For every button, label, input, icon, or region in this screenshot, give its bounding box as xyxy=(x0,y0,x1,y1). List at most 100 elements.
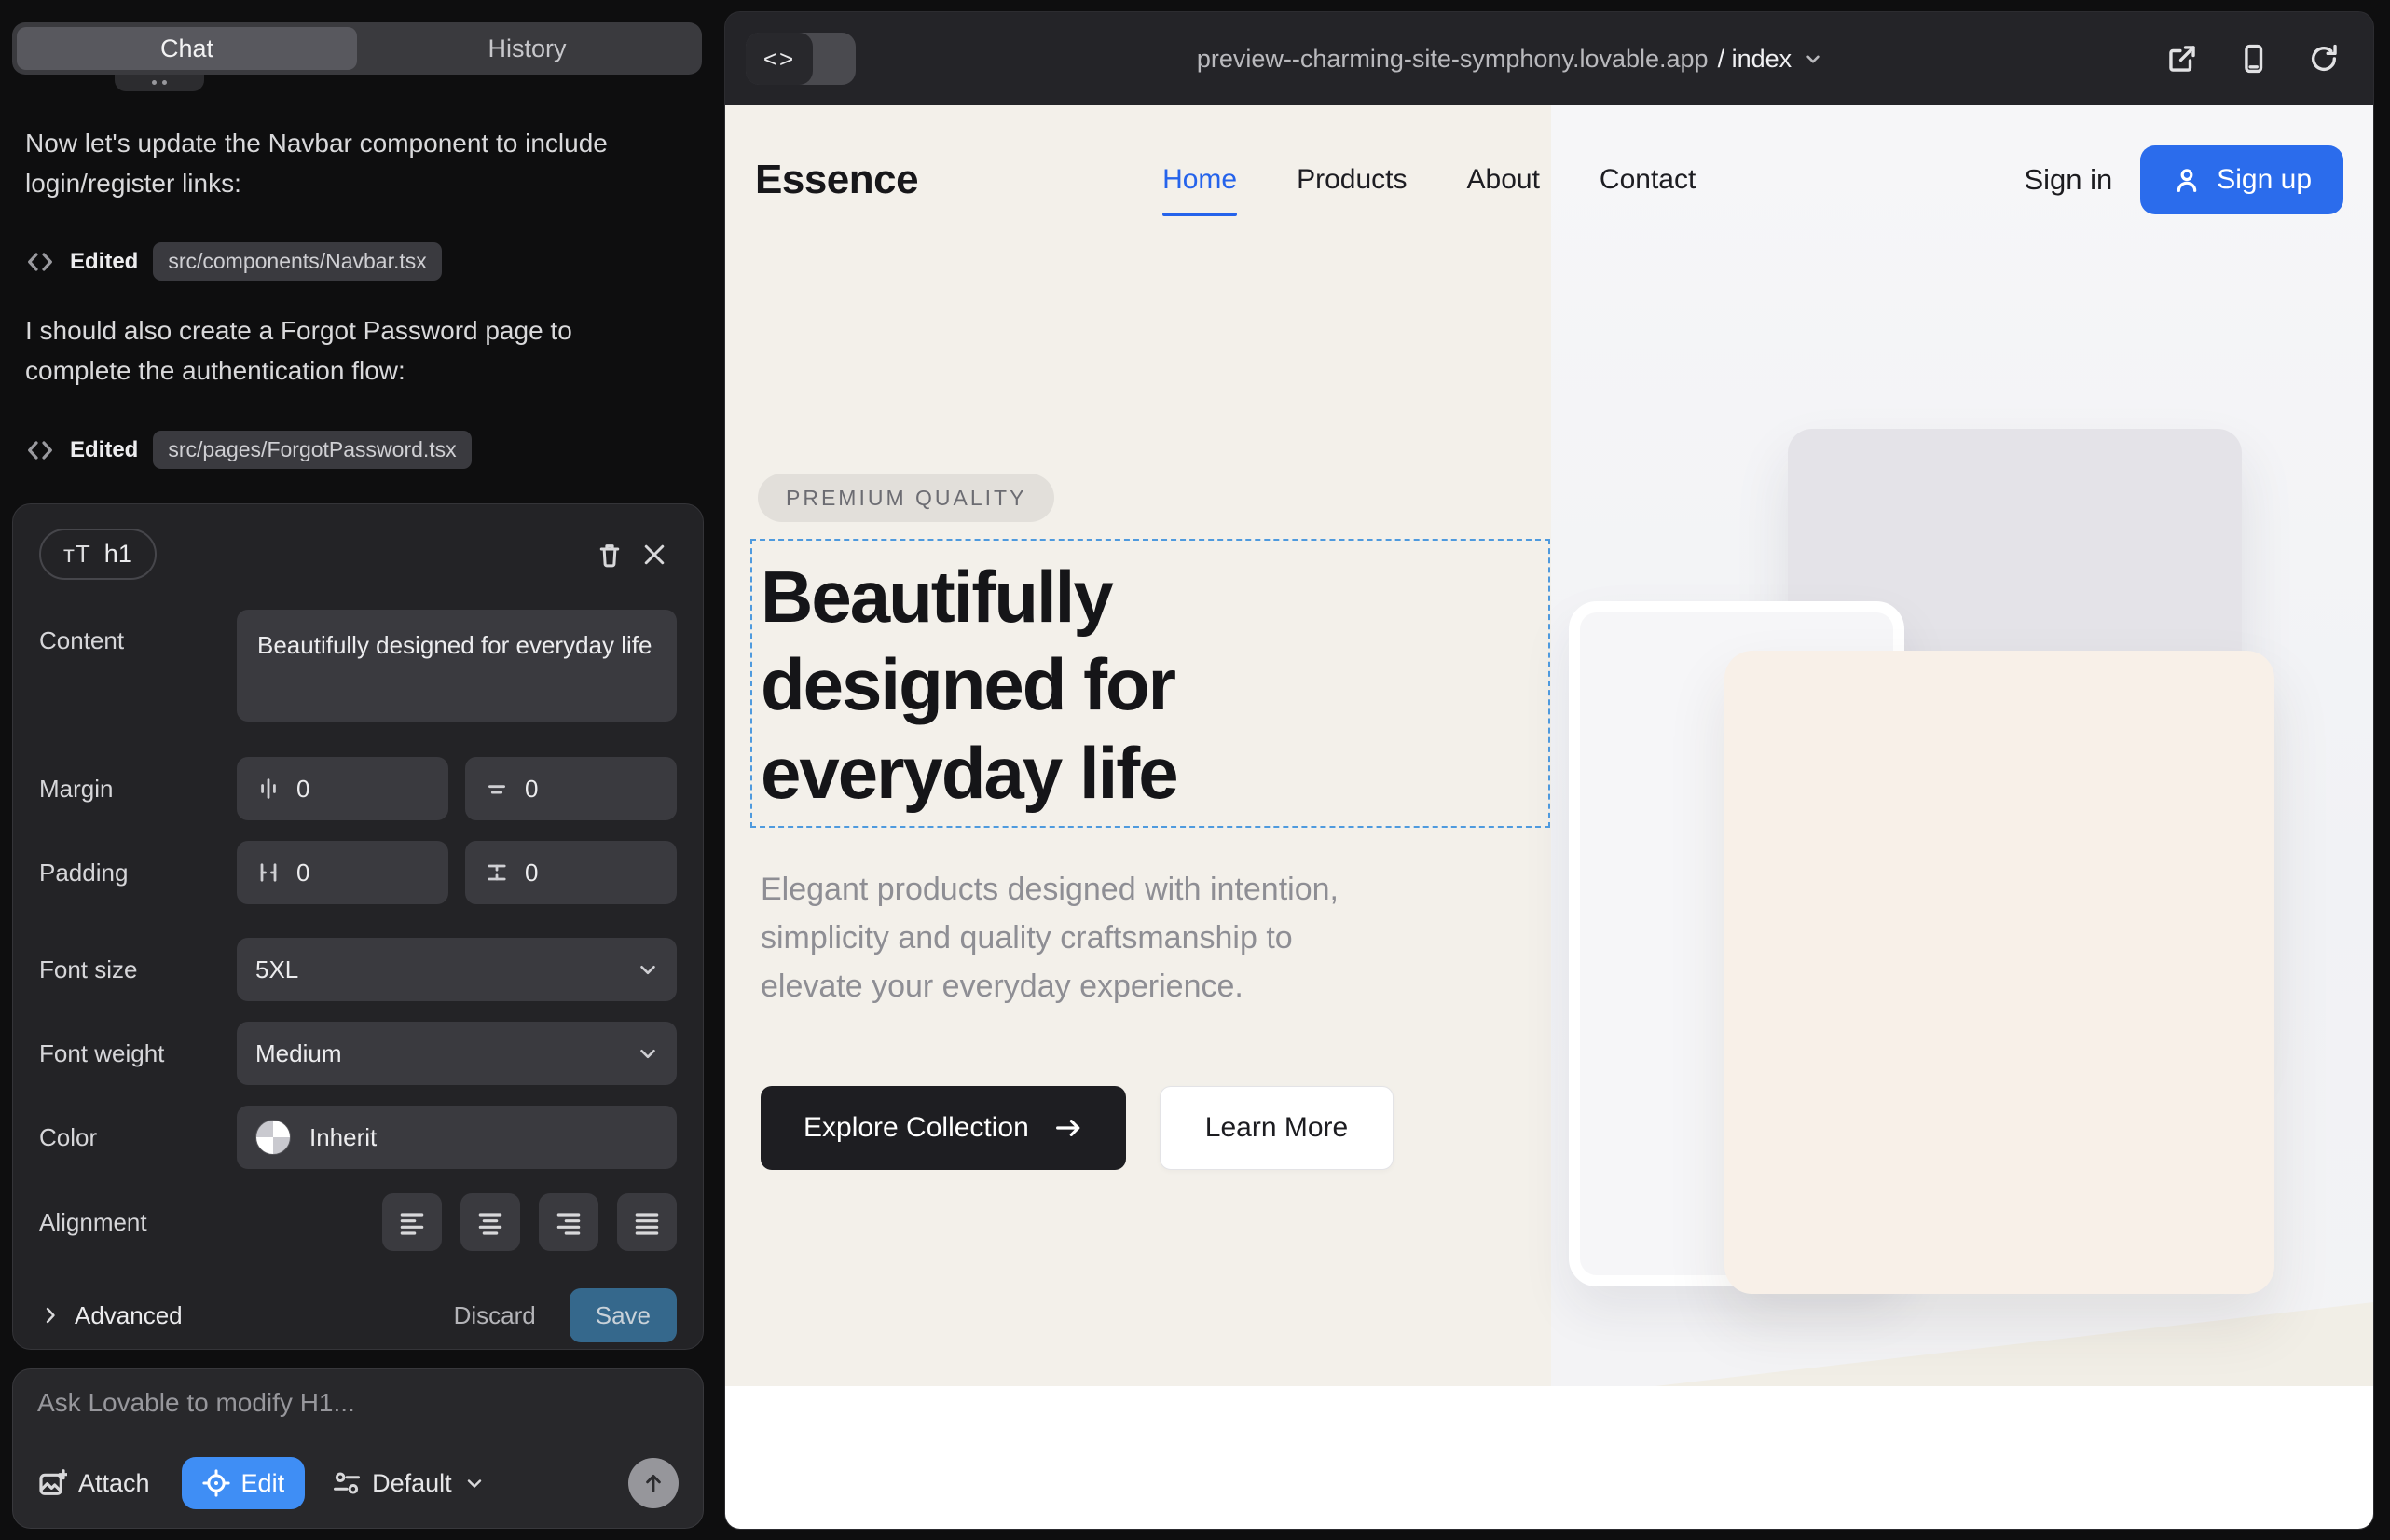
discard-button[interactable]: Discard xyxy=(454,1301,536,1330)
sign-in-link[interactable]: Sign in xyxy=(2024,163,2112,197)
decorative-wedge xyxy=(1655,1302,2373,1386)
edited-file-row[interactable]: Edited src/components/Navbar.tsx xyxy=(25,242,442,281)
margin-vertical-icon xyxy=(484,776,510,802)
editor-header: тT h1 xyxy=(39,529,677,580)
font-weight-select[interactable]: Medium xyxy=(237,1022,677,1085)
save-button[interactable]: Save xyxy=(570,1288,677,1342)
margin-horizontal-icon xyxy=(255,776,282,802)
align-justify-icon xyxy=(632,1207,662,1237)
padding-y-value: 0 xyxy=(525,859,538,887)
code-icon xyxy=(25,435,55,465)
decorative-card-cream xyxy=(1724,651,2274,1294)
margin-label: Margin xyxy=(39,775,237,804)
learn-more-button[interactable]: Learn More xyxy=(1160,1086,1394,1170)
element-tag-badge: тT h1 xyxy=(39,529,157,580)
code-icon: <> xyxy=(746,33,813,85)
align-right-button[interactable] xyxy=(539,1193,598,1251)
chevron-down-icon xyxy=(463,1472,486,1494)
heading-line: Beautifully xyxy=(761,553,1177,640)
align-center-button[interactable] xyxy=(460,1193,520,1251)
chevron-down-icon xyxy=(636,957,660,982)
arrow-up-icon xyxy=(640,1470,666,1496)
target-icon xyxy=(202,1469,230,1497)
hero-paragraph: Elegant products designed with intention… xyxy=(761,865,1339,1011)
padding-horizontal-icon xyxy=(255,859,282,886)
close-icon xyxy=(640,541,668,569)
chat-composer: Attach Edit Default xyxy=(12,1368,704,1529)
color-row: Color Inherit xyxy=(39,1106,677,1169)
explore-collection-label: Explore Collection xyxy=(804,1112,1029,1144)
nav-link-about[interactable]: About xyxy=(1467,164,1540,196)
url-bar[interactable]: preview--charming-site-symphony.lovable.… xyxy=(856,45,2166,74)
margin-y-value: 0 xyxy=(525,775,538,804)
composer-input[interactable] xyxy=(37,1388,679,1418)
edited-file-row[interactable]: Edited src/pages/ForgotPassword.tsx xyxy=(25,431,472,469)
chevron-right-icon xyxy=(39,1304,62,1327)
explore-collection-button[interactable]: Explore Collection xyxy=(761,1086,1126,1170)
image-plus-icon xyxy=(37,1468,67,1498)
trash-icon xyxy=(596,541,624,569)
attach-label: Attach xyxy=(78,1469,150,1498)
mobile-view-icon[interactable] xyxy=(2237,43,2269,75)
left-panel: Chat History Now let's update the Navbar… xyxy=(0,0,725,1540)
preview-window: <> preview--charming-site-symphony.lovab… xyxy=(725,12,2373,1529)
margin-x-value: 0 xyxy=(296,775,309,804)
open-external-icon[interactable] xyxy=(2166,43,2198,75)
hero-heading[interactable]: Beautifully designed for everyday life xyxy=(761,553,1177,817)
font-size-value: 5XL xyxy=(255,956,298,984)
site-navbar: Essence Home Products About Contact Sign… xyxy=(725,105,2373,254)
file-chip[interactable]: src/components/Navbar.tsx xyxy=(153,242,441,281)
font-size-select[interactable]: 5XL xyxy=(237,938,677,1001)
font-size-label: Font size xyxy=(39,956,237,984)
paragraph-line: elevate your everyday experience. xyxy=(761,962,1339,1011)
premium-quality-badge: PREMIUM QUALITY xyxy=(758,474,1054,522)
tab-chat[interactable]: Chat xyxy=(17,27,357,70)
hero-section: Essence Home Products About Contact Sign… xyxy=(725,105,2373,1386)
attach-button[interactable]: Attach xyxy=(37,1468,150,1498)
learn-more-label: Learn More xyxy=(1205,1112,1348,1144)
file-chip[interactable]: src/pages/ForgotPassword.tsx xyxy=(153,431,471,469)
close-editor-button[interactable] xyxy=(632,532,677,577)
delete-element-button[interactable] xyxy=(587,532,632,577)
nav-link-products[interactable]: Products xyxy=(1297,164,1407,196)
content-input[interactable]: Beautifully designed for everyday life xyxy=(237,610,677,722)
browser-actions xyxy=(2166,43,2340,75)
code-view-toggle[interactable]: <> xyxy=(746,33,856,85)
margin-y-input[interactable]: 0 xyxy=(465,757,677,820)
nav-link-contact[interactable]: Contact xyxy=(1600,164,1696,196)
heading-line: designed for xyxy=(761,640,1177,728)
sign-up-button[interactable]: Sign up xyxy=(2140,145,2343,214)
editor-footer: Advanced Discard Save xyxy=(39,1288,677,1342)
site-logo[interactable]: Essence xyxy=(755,157,918,203)
edit-mode-button[interactable]: Edit xyxy=(182,1457,306,1509)
nav-link-home[interactable]: Home xyxy=(1162,164,1237,196)
margin-x-input[interactable]: 0 xyxy=(237,757,448,820)
align-justify-button[interactable] xyxy=(617,1193,677,1251)
element-editor-panel: тT h1 Content Beautifully designed for e… xyxy=(12,503,704,1350)
color-swatch xyxy=(255,1120,291,1155)
margin-row: Margin 0 0 xyxy=(39,757,677,820)
align-left-icon xyxy=(397,1207,427,1237)
advanced-expander[interactable]: Advanced xyxy=(39,1301,183,1330)
url-path: / index xyxy=(1718,45,1792,74)
font-size-row: Font size 5XL xyxy=(39,938,677,1001)
padding-y-input[interactable]: 0 xyxy=(465,841,677,904)
mode-select[interactable]: Default xyxy=(333,1469,486,1498)
padding-x-input[interactable]: 0 xyxy=(237,841,448,904)
arrow-right-icon xyxy=(1053,1113,1083,1143)
edited-label: Edited xyxy=(70,249,138,275)
padding-x-value: 0 xyxy=(296,859,309,887)
refresh-icon[interactable] xyxy=(2308,43,2340,75)
chevron-down-icon xyxy=(1801,47,1825,71)
chat-message: I should also create a Forgot Password p… xyxy=(25,310,683,392)
send-button[interactable] xyxy=(628,1458,679,1508)
padding-vertical-icon xyxy=(484,859,510,886)
align-left-button[interactable] xyxy=(382,1193,442,1251)
url-domain: preview--charming-site-symphony.lovable.… xyxy=(1197,45,1709,74)
nav-links: Home Products About Contact xyxy=(1162,164,1696,196)
color-label: Color xyxy=(39,1123,237,1152)
content-label: Content xyxy=(39,610,237,655)
tab-history[interactable]: History xyxy=(357,27,697,70)
edited-label: Edited xyxy=(70,437,138,463)
color-select[interactable]: Inherit xyxy=(237,1106,677,1169)
